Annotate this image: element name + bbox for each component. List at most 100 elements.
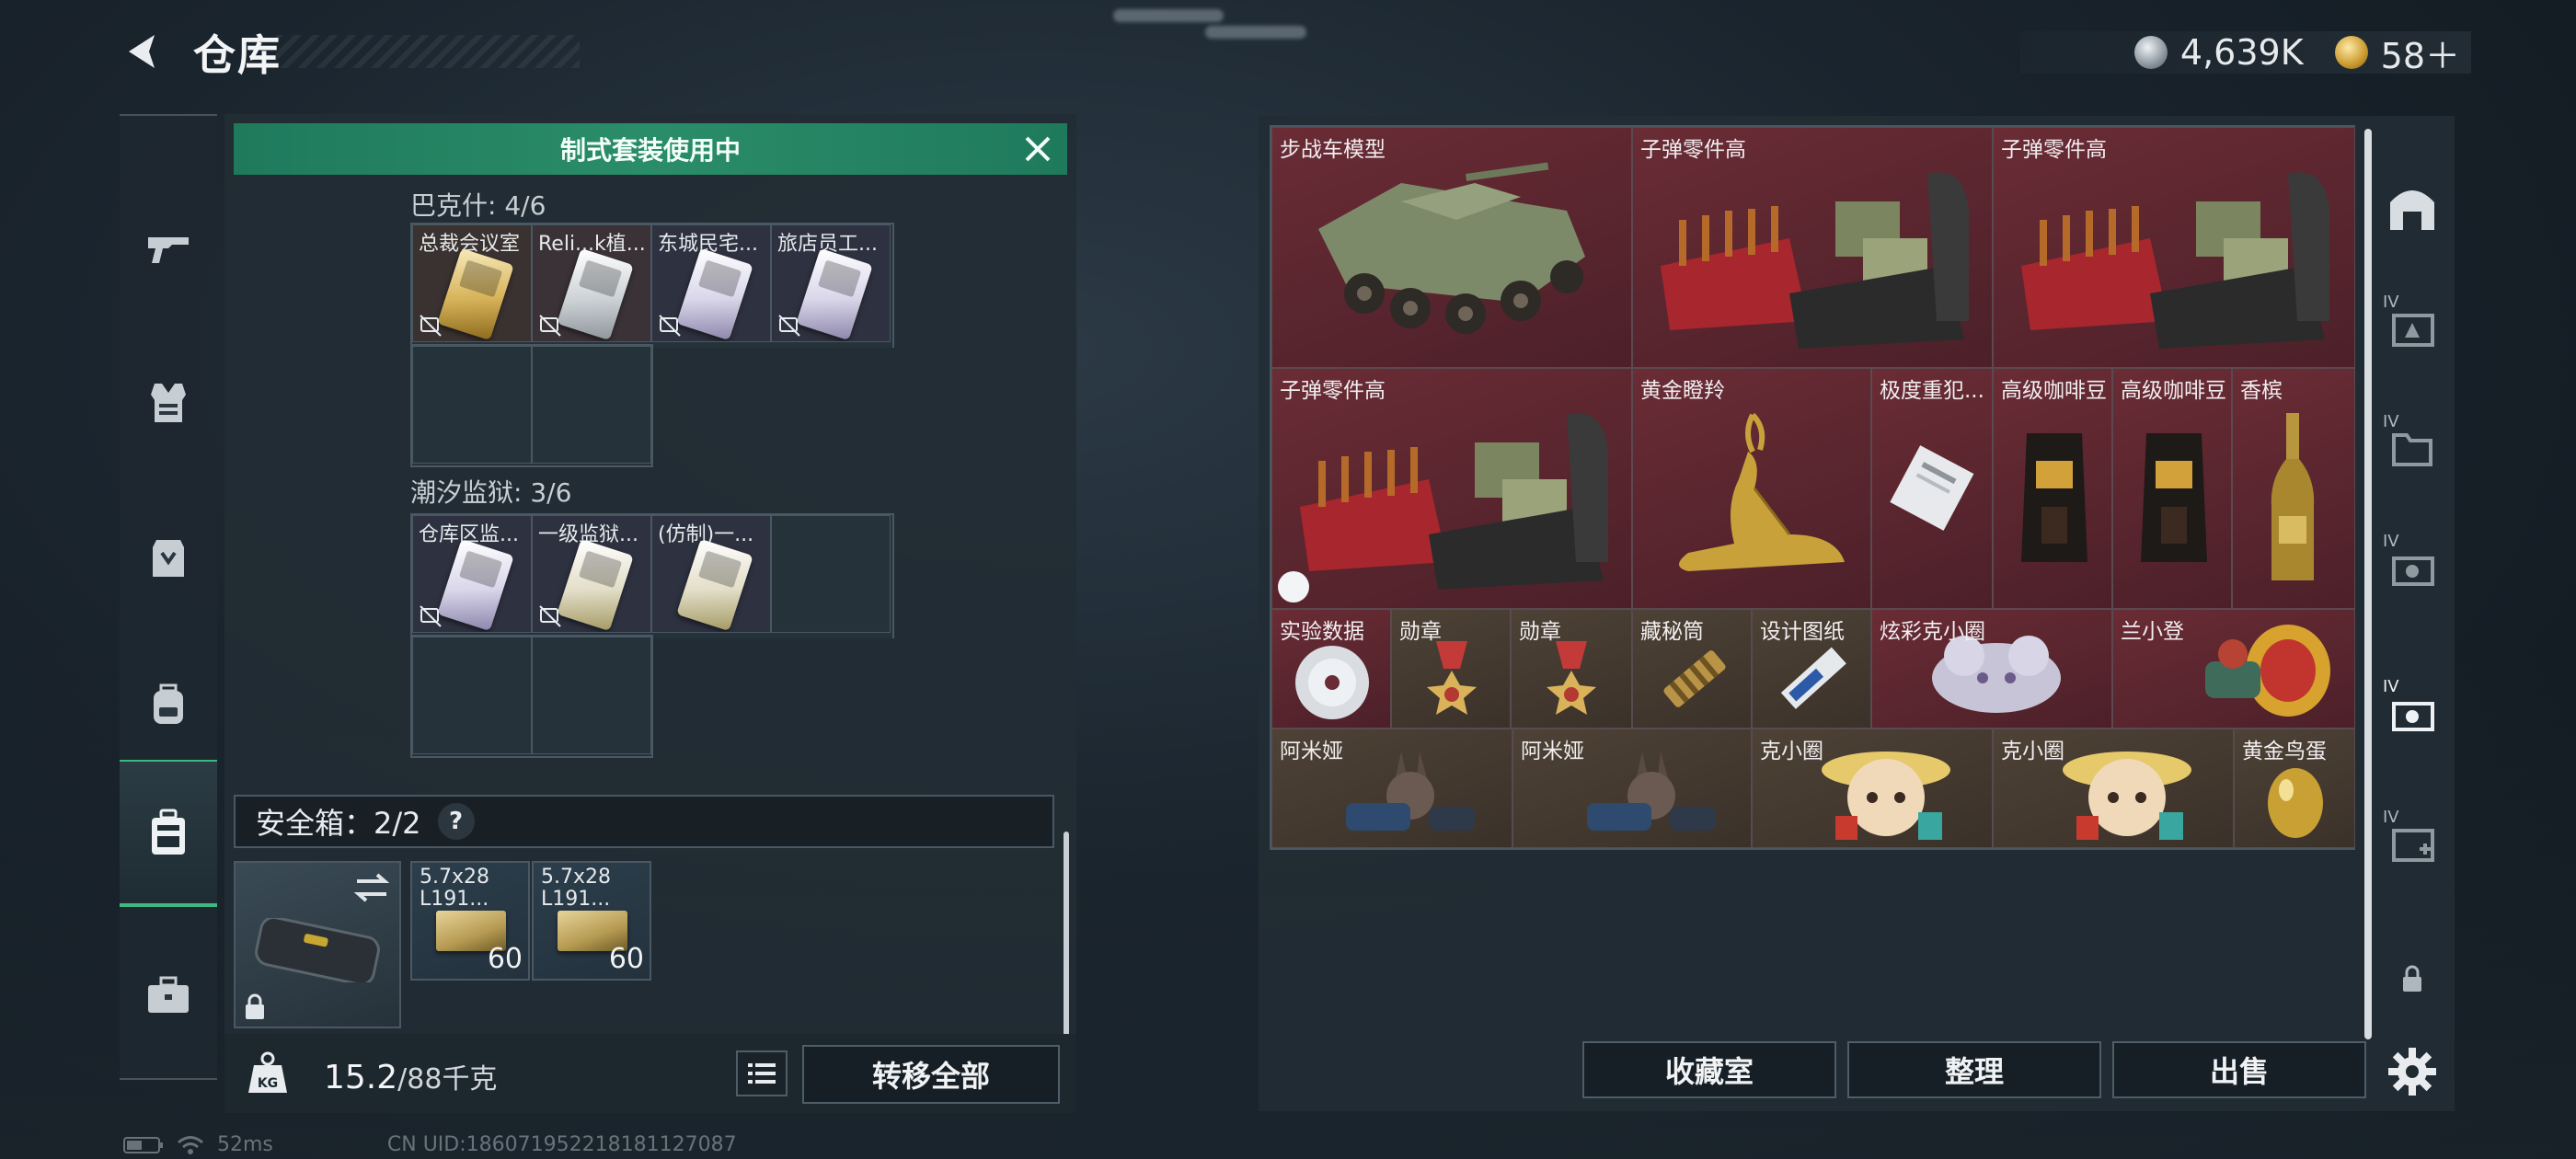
item-label: 高级咖啡豆 — [2001, 379, 2106, 403]
item-label: 克小圈 — [2001, 740, 2064, 763]
stash-item[interactable]: 藏秘筒 — [1632, 609, 1752, 729]
briefcase-icon — [148, 976, 189, 1013]
empty-key-slot[interactable] — [532, 637, 651, 754]
nav-item-armor[interactable] — [120, 329, 217, 476]
loadout-scrollbar[interactable] — [1064, 832, 1069, 1043]
stash-item[interactable]: 子弹零件高 — [1632, 127, 1993, 368]
nav-item-rig[interactable] — [120, 484, 217, 631]
gold-amount[interactable]: 58＋ — [2381, 28, 2460, 78]
currency-bar: 4,639K 58＋ — [2020, 31, 2471, 76]
list-view-button[interactable] — [736, 1050, 788, 1096]
stash-item[interactable]: 克小圈 — [1993, 729, 2234, 848]
no-trade-icon — [539, 315, 561, 337]
transfer-all-button[interactable]: 转移全部 — [802, 1045, 1060, 1104]
stash-item[interactable]: 高级咖啡豆 — [1993, 368, 2112, 609]
collection-room-button[interactable]: 收藏室 — [1582, 1041, 1836, 1098]
stash-item[interactable]: 步战车模型 — [1271, 127, 1632, 368]
item-label: 子弹零件高 — [1640, 138, 1746, 162]
stash-scrollbar[interactable] — [2364, 129, 2372, 1039]
safe-box-slot[interactable] — [234, 861, 401, 1028]
page-tier-tag: IV — [2383, 412, 2399, 431]
nav-item-weapon[interactable] — [120, 175, 217, 322]
help-icon[interactable]: ? — [437, 803, 475, 840]
stash-page-1[interactable]: IV — [2377, 272, 2447, 383]
safe-box-header: 安全箱：2/2 ? — [234, 795, 1054, 848]
ammo-slot[interactable]: 5.7x28 L191... 60 — [532, 861, 651, 981]
key-slot[interactable]: 仓库区监... — [412, 515, 532, 633]
no-trade-icon — [420, 605, 442, 627]
key-slot[interactable]: Reli...k植... — [532, 224, 651, 342]
stash-item[interactable]: 极度重犯... — [1871, 368, 1993, 609]
key-slot[interactable]: 一级监狱... — [532, 515, 651, 633]
keychain-title-tidal-prison: 潮汐监狱: 3/6 — [410, 477, 572, 508]
keycard-image — [796, 247, 873, 341]
keycard-image — [557, 247, 634, 341]
stash-item[interactable]: 黄金鸟蛋 — [2234, 729, 2355, 848]
key-slot[interactable]: 东城民宅... — [651, 224, 771, 342]
stash-item[interactable]: 勋章 — [1391, 609, 1511, 729]
item-label: 阿米娅 — [1521, 740, 1584, 763]
stash-page-3[interactable]: IV — [2377, 511, 2447, 622]
item-label: 炫彩克小圈 — [1880, 620, 1985, 644]
stash-item[interactable]: 子弹零件高 — [1271, 368, 1632, 609]
stash-item[interactable]: 设计图纸 — [1752, 609, 1871, 729]
stash-page-4[interactable]: IV — [2377, 657, 2447, 767]
stash-page-main[interactable] — [2377, 153, 2447, 263]
empty-key-slot[interactable] — [532, 346, 651, 464]
stash-item[interactable]: 克小圈 — [1752, 729, 1993, 848]
golden-gazelle-image — [1679, 412, 1845, 571]
key-slot[interactable]: (仿制)一... — [651, 515, 771, 633]
page-tier-tag: IV — [2383, 808, 2399, 827]
key-slot[interactable]: 总裁会议室 — [412, 224, 532, 342]
no-trade-icon — [659, 315, 681, 337]
stash-item[interactable]: 勋章 — [1511, 609, 1632, 729]
coffee-bag-image — [2141, 433, 2207, 562]
stash-item[interactable]: 实验数据 — [1271, 609, 1391, 729]
sort-button[interactable]: 整理 — [1847, 1041, 2101, 1098]
nav-item-case[interactable] — [120, 922, 217, 1069]
item-label: 藏秘筒 — [1640, 620, 1704, 644]
backpack-icon — [154, 683, 183, 724]
ammo-slot[interactable]: 5.7x28 L191... 60 — [410, 861, 530, 981]
stash-item[interactable]: 阿米娅 — [1271, 729, 1512, 848]
keycard-image — [676, 247, 753, 341]
warehouse-icon — [2390, 190, 2434, 230]
ammo-count: 60 — [608, 943, 644, 975]
stash-grid: 步战车模型 子弹零件高 子弹零件高 子弹零件高 黄金瞪羚 极度重犯... 高级咖… — [1270, 125, 2355, 850]
keycard-image — [437, 247, 514, 341]
ammo-name: 5.7x28 L191... — [541, 866, 612, 911]
stash-item[interactable]: 高级咖啡豆 — [2112, 368, 2232, 609]
stash-item[interactable]: 阿米娅 — [1512, 729, 1752, 848]
stash-page-2[interactable]: IV — [2377, 392, 2447, 502]
ammo-parts-image — [2021, 172, 2329, 349]
locked-stash-page[interactable] — [2377, 924, 2447, 1034]
stash-panel: 步战车模型 子弹零件高 子弹零件高 子弹零件高 黄金瞪羚 极度重犯... 高级咖… — [1259, 116, 2455, 1111]
empty-key-slot[interactable] — [412, 637, 532, 754]
stash-page-5[interactable]: IV — [2377, 787, 2447, 898]
page-tier-tag: IV — [2383, 293, 2399, 312]
item-label: 阿米娅 — [1280, 740, 1343, 763]
item-label: 勋章 — [1519, 620, 1561, 644]
key-slot[interactable]: 旅店员工... — [771, 224, 891, 342]
stash-item[interactable]: 兰小登 — [2112, 609, 2355, 729]
keycard-image — [437, 538, 514, 632]
back-button[interactable] — [118, 26, 169, 77]
nav-item-backpack[interactable] — [120, 631, 217, 778]
svg-text:KG: KG — [258, 1076, 278, 1091]
stash-item[interactable]: 子弹零件高 — [1993, 127, 2355, 368]
nav-item-safebox[interactable] — [120, 760, 217, 907]
equipment-nav — [120, 114, 217, 1080]
ammo-name: 5.7x28 L191... — [420, 866, 490, 911]
stash-item[interactable]: 黄金瞪羚 — [1632, 368, 1871, 609]
close-banner-button[interactable] — [1021, 132, 1054, 166]
stash-item[interactable]: 炫彩克小圈 — [1871, 609, 2112, 729]
settings-button[interactable] — [2377, 1032, 2447, 1111]
empty-key-slot[interactable] — [412, 346, 532, 464]
item-label: 步战车模型 — [1280, 138, 1386, 162]
ammo-parts-image — [1300, 413, 1608, 590]
empty-key-slot[interactable] — [771, 515, 891, 633]
ping-readout: 52ms — [217, 1133, 273, 1156]
gun-icon — [148, 237, 189, 263]
sell-button[interactable]: 出售 — [2112, 1041, 2366, 1098]
stash-item[interactable]: 香槟 — [2232, 368, 2355, 609]
